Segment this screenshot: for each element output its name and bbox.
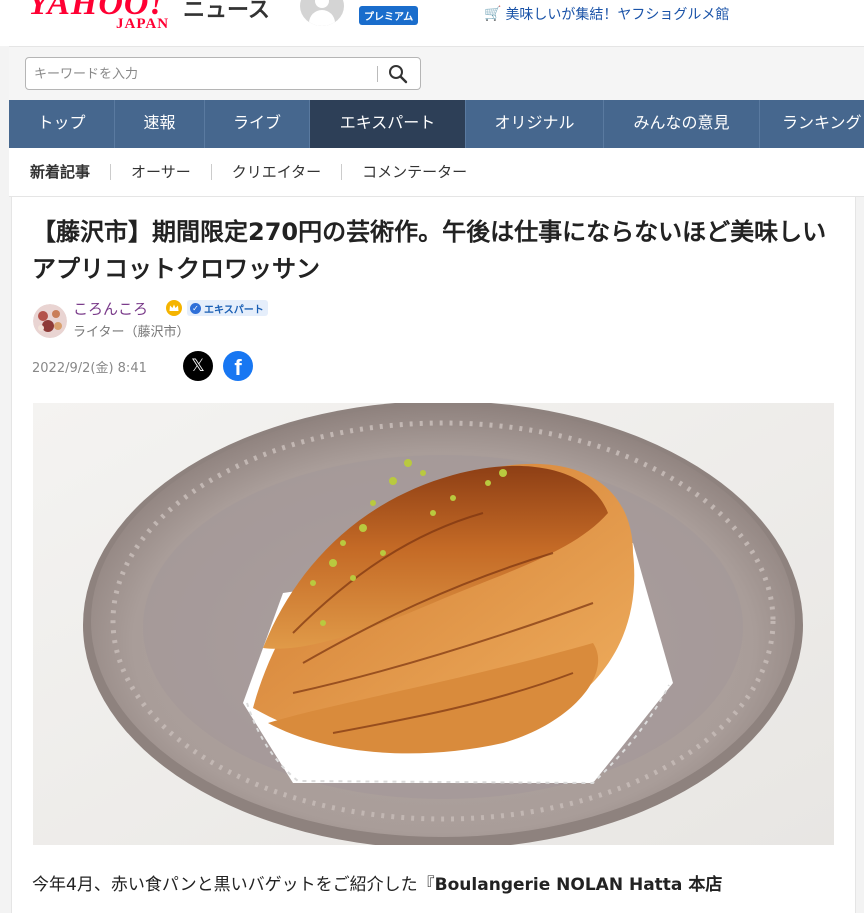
author-avatar[interactable]: [33, 304, 67, 338]
gnav-item-live[interactable]: ライブ: [205, 100, 310, 148]
global-nav: トップ 速報 ライブ エキスパート オリジナル みんなの意見 ランキング: [9, 100, 864, 148]
publish-date: 2022/9/2(金) 8:41: [32, 361, 147, 376]
search-button[interactable]: [388, 62, 414, 86]
author-name[interactable]: ころんころ: [73, 298, 148, 319]
site-header: YAHOO! JAPAN ニュース プレミアム 🛒 美味しいが集結！ヤフショグル…: [0, 0, 864, 46]
gnav-item-expert[interactable]: エキスパート: [310, 100, 466, 148]
article-photo: [33, 403, 834, 845]
promo-link[interactable]: 🛒 美味しいが集結！ヤフショグルメ館: [484, 4, 729, 24]
search-box: [25, 57, 421, 90]
shopping-cart-icon: 🛒: [484, 6, 502, 22]
facebook-share-icon[interactable]: f: [223, 351, 253, 381]
x-share-icon[interactable]: 𝕏: [183, 351, 213, 381]
expert-badge: ✓ エキスパート: [187, 300, 268, 316]
subnav-item-authors[interactable]: オーサー: [111, 164, 212, 180]
gnav-item-breaking[interactable]: 速報: [115, 100, 205, 148]
article-body-lead: 今年4月、赤い食パンと黒いバゲットをご紹介した『: [32, 875, 435, 895]
article-title: 【藤沢市】期間限定270円の芸術作。午後は仕事にならないほど美味しいアプリコット…: [32, 218, 827, 283]
yahoo-japan-logo[interactable]: YAHOO! JAPAN: [28, 0, 169, 33]
gnav-item-top[interactable]: トップ: [9, 100, 115, 148]
sub-nav: 新着記事 オーサー クリエイター コメンテーター: [9, 148, 864, 197]
subnav-item-commentators[interactable]: コメンテーター: [342, 164, 487, 180]
logo-sub-text: JAPAN: [116, 16, 170, 32]
expert-badge-label: エキスパート: [204, 304, 264, 316]
gnav-item-original[interactable]: オリジナル: [466, 100, 604, 148]
promo-text: 美味しいが集結！ヤフショグルメ館: [505, 7, 730, 23]
search-bar: [9, 46, 864, 101]
subnav-item-new-articles[interactable]: 新着記事: [9, 164, 112, 180]
subnav-item-creators[interactable]: クリエイター: [212, 164, 343, 180]
search-icon: [389, 65, 408, 84]
user-avatar-icon[interactable]: [300, 0, 344, 26]
author-role: ライター（藤沢市）: [73, 325, 190, 340]
check-icon: ✓: [190, 302, 201, 314]
search-divider: [377, 66, 378, 82]
gnav-item-ranking[interactable]: ランキング: [760, 100, 864, 148]
search-input[interactable]: [32, 62, 376, 86]
service-name[interactable]: ニュース: [183, 0, 270, 24]
article-body: 今年4月、赤い食パンと黒いバゲットをご紹介した『Boulangerie NOLA…: [32, 870, 842, 900]
bakery-name[interactable]: Boulangerie NOLAN Hatta 本店: [435, 875, 723, 895]
crown-icon: [166, 300, 182, 316]
gnav-item-opinions[interactable]: みんなの意見: [604, 100, 760, 148]
article: 【藤沢市】期間限定270円の芸術作。午後は仕事にならないほど美味しいアプリコット…: [11, 197, 856, 913]
premium-badge[interactable]: プレミアム: [359, 6, 419, 25]
